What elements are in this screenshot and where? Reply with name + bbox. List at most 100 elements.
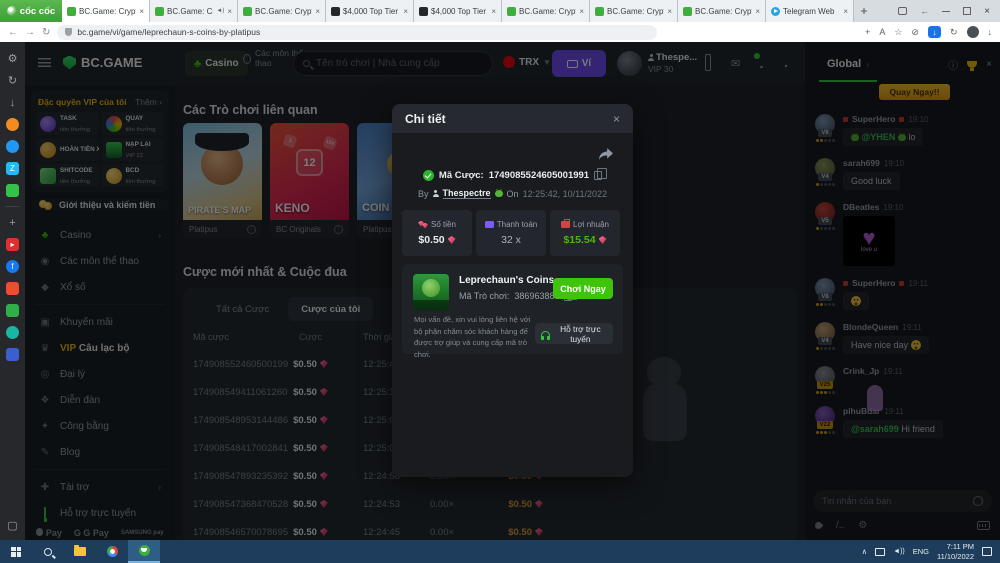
language-indicator[interactable]: ENG bbox=[913, 547, 929, 556]
bet-id-row: Mã Cược: 1749085524605001991 bbox=[392, 170, 633, 181]
copy-icon[interactable] bbox=[594, 171, 602, 180]
browser-tab[interactable]: $4,000 Top Tier F × bbox=[414, 0, 502, 22]
modal-close-icon[interactable]: × bbox=[613, 112, 620, 126]
bookmark-star-icon[interactable]: ☆ bbox=[894, 27, 902, 38]
tab-close-icon[interactable]: × bbox=[139, 7, 144, 16]
taskbar-search-icon[interactable] bbox=[32, 540, 64, 563]
tab-title: Telegram Web bbox=[783, 7, 840, 16]
store-icon[interactable] bbox=[6, 304, 19, 317]
game-thumbnail[interactable] bbox=[413, 274, 449, 310]
live-support-button[interactable]: Hỗ trợ trực tuyến bbox=[535, 323, 613, 344]
new-tab-button[interactable]: + bbox=[854, 0, 874, 22]
briefcase-icon bbox=[561, 221, 570, 228]
back-icon[interactable]: ← bbox=[8, 27, 18, 38]
messenger-icon[interactable] bbox=[6, 140, 19, 153]
history-icon[interactable]: ↻ bbox=[6, 74, 19, 87]
tab-title: BC.Game: Crypto bbox=[79, 7, 136, 16]
gear-icon[interactable]: ⚙ bbox=[6, 52, 19, 65]
browser-tab[interactable]: Telegram Web × bbox=[766, 0, 854, 22]
tab-title: $4,000 Top Tier F bbox=[431, 7, 488, 16]
frog-emoji-icon bbox=[495, 190, 503, 197]
tab-close-icon[interactable]: × bbox=[579, 7, 584, 16]
add-icon[interactable]: + bbox=[865, 27, 870, 37]
by-label: By bbox=[418, 189, 429, 199]
tab-title: BC.Game: Crypto bbox=[695, 7, 752, 16]
profile-avatar[interactable] bbox=[967, 26, 979, 38]
tab-title: BC.Game: Crypto bbox=[519, 7, 576, 16]
screen-capture-icon[interactable]: ▢ bbox=[6, 519, 19, 532]
telegram-favicon bbox=[771, 7, 780, 16]
file-explorer-icon[interactable] bbox=[64, 540, 96, 563]
modal-title: Chi tiết bbox=[405, 112, 446, 126]
url-field[interactable]: bc.game/vi/game/leprechaun-s-coins-by-pl… bbox=[57, 25, 657, 40]
tray-expand-icon[interactable]: ∧ bbox=[862, 547, 868, 556]
tiktok-icon[interactable] bbox=[6, 326, 19, 339]
youtube-icon[interactable]: ▸ bbox=[6, 238, 19, 251]
bcgame-favicon bbox=[507, 7, 516, 16]
browser-tab[interactable]: BC.Game: Crypto × bbox=[62, 0, 150, 22]
add-shortcut-icon[interactable]: + bbox=[6, 216, 19, 229]
browser-tab[interactable]: BC.Game: Cry ◄) × bbox=[150, 0, 238, 22]
translate-icon[interactable]: A bbox=[879, 27, 885, 37]
browser-tab[interactable]: BC.Game: Crypto × bbox=[502, 0, 590, 22]
minimize-icon[interactable] bbox=[942, 11, 950, 12]
sync-icon[interactable]: ↻ bbox=[950, 27, 958, 38]
taskbar-clock[interactable]: 7:11 PM 11/10/2022 bbox=[937, 542, 974, 562]
tab-close-icon[interactable]: × bbox=[403, 7, 408, 16]
game-id-label: Mã Trò chơi: bbox=[459, 291, 509, 301]
bcgame-favicon bbox=[595, 7, 604, 16]
network-icon[interactable] bbox=[875, 548, 885, 556]
fire-icon[interactable] bbox=[6, 118, 19, 131]
volume-icon[interactable]: ◄)) bbox=[893, 548, 905, 555]
tab-close-icon[interactable]: × bbox=[227, 7, 232, 16]
bet-details-modal: Chi tiết × Mã Cược: 1749085524605001991 … bbox=[392, 104, 633, 477]
site-security-icon[interactable] bbox=[65, 28, 72, 36]
facebook-icon[interactable]: f bbox=[6, 260, 19, 273]
browser-tab[interactable]: BC.Game: Crypto × bbox=[678, 0, 766, 22]
action-center-icon[interactable] bbox=[982, 547, 992, 556]
window-controls: ← × bbox=[888, 0, 1000, 22]
zalo-icon[interactable]: Z bbox=[6, 162, 19, 175]
chrome-icon[interactable] bbox=[96, 540, 128, 563]
window-restore-arrow-icon[interactable]: ← bbox=[920, 6, 929, 16]
games-icon[interactable] bbox=[6, 184, 19, 197]
browser-tab[interactable]: $4,000 Top Tier F × bbox=[326, 0, 414, 22]
download-tray-icon[interactable]: ↓ bbox=[6, 96, 19, 109]
support-text: Mọi vấn đề, xin vui lòng liên hệ với bộ … bbox=[414, 314, 538, 360]
close-window-icon[interactable]: × bbox=[984, 6, 990, 17]
tab-close-icon[interactable]: × bbox=[843, 7, 848, 16]
flag-icon[interactable] bbox=[6, 348, 19, 361]
tab-audio-icon[interactable]: ◄) bbox=[216, 8, 224, 14]
system-tray: ∧ ◄)) ENG 7:11 PM 11/10/2022 bbox=[862, 542, 1000, 562]
coccoc-taskbar-icon[interactable] bbox=[128, 540, 160, 563]
tab-close-icon[interactable]: × bbox=[667, 7, 672, 16]
download-manager-icon[interactable]: ↓ bbox=[928, 26, 941, 38]
bet-stats: Số tiền $0.50 Thanh toán 32 x Lợi nhuận … bbox=[402, 210, 620, 256]
tab-close-icon[interactable]: × bbox=[755, 7, 760, 16]
play-now-button[interactable]: Chơi Ngay bbox=[553, 278, 613, 299]
gems-icon bbox=[418, 221, 428, 229]
screen: cốc cốc BC.Game: Crypto × BC.Game: Cry ◄… bbox=[0, 0, 1000, 563]
shopee-icon[interactable] bbox=[6, 282, 19, 295]
downloads-icon[interactable]: ↓ bbox=[988, 27, 993, 37]
browser-tab[interactable]: BC.Game: Crypto × bbox=[238, 0, 326, 22]
site-favicon bbox=[331, 7, 340, 16]
adblock-icon[interactable]: ⊘ bbox=[911, 27, 919, 38]
tab-close-icon[interactable]: × bbox=[315, 7, 320, 16]
tab-close-icon[interactable]: × bbox=[491, 7, 496, 16]
token-gem-icon bbox=[599, 236, 607, 244]
headset-icon bbox=[541, 331, 550, 337]
reload-icon[interactable]: ↻ bbox=[42, 27, 50, 38]
coccoc-brand-button[interactable]: cốc cốc bbox=[0, 0, 62, 22]
tab-search-icon[interactable] bbox=[898, 7, 907, 15]
player-name[interactable]: Thespectre bbox=[443, 188, 491, 199]
tab-title: BC.Game: Crypto bbox=[255, 7, 312, 16]
person-icon bbox=[433, 190, 439, 197]
browser-tab[interactable]: BC.Game: Crypto × bbox=[590, 0, 678, 22]
start-button[interactable] bbox=[0, 540, 32, 563]
forward-icon[interactable]: → bbox=[25, 27, 35, 38]
share-icon[interactable] bbox=[599, 148, 613, 163]
maximize-icon[interactable] bbox=[963, 7, 971, 15]
modal-header: Chi tiết × bbox=[392, 104, 633, 133]
windows-taskbar: ∧ ◄)) ENG 7:11 PM 11/10/2022 bbox=[0, 540, 1000, 563]
